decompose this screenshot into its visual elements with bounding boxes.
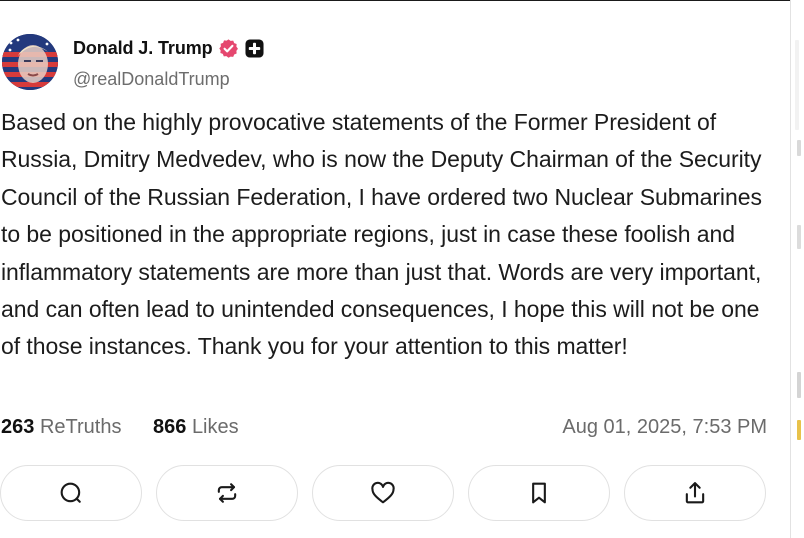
rail-marker	[795, 40, 799, 130]
retruths-label: ReTruths	[39, 416, 122, 438]
top-divider	[0, 0, 790, 1]
reply-button[interactable]	[0, 465, 142, 521]
post-body-text: Based on the highly provocative statemen…	[1, 109, 762, 360]
likes-stat[interactable]: 866 Likes	[153, 416, 239, 439]
heart-icon	[371, 481, 395, 504]
action-bar	[0, 465, 780, 523]
share-icon	[685, 482, 705, 504]
likes-label: Likes	[191, 416, 239, 438]
bookmark-button[interactable]	[468, 465, 610, 521]
bookmark-icon	[532, 482, 546, 504]
avatar[interactable]	[2, 34, 58, 90]
rail-marker	[797, 225, 801, 249]
author-display-name[interactable]: Donald J. Trump	[73, 38, 213, 59]
rail-marker	[797, 420, 801, 440]
post-page: Donald J. Trump @realDonaldTrump Based o…	[0, 0, 804, 538]
post-timestamp[interactable]: Aug 01, 2025, 7:53 PM	[562, 416, 767, 439]
post-header: Donald J. Trump @realDonaldTrump	[0, 34, 780, 94]
scrollbar-rail[interactable]	[790, 0, 804, 538]
plus-badge-icon	[244, 39, 264, 58]
like-button[interactable]	[312, 465, 454, 521]
retruths-stat[interactable]: 263 ReTruths	[1, 416, 121, 439]
avatar-image	[2, 34, 58, 90]
rail-marker	[797, 372, 801, 398]
repost-icon	[217, 483, 237, 503]
retruth-button[interactable]	[156, 465, 298, 521]
comment-icon	[60, 482, 81, 503]
author-handle[interactable]: @realDonaldTrump	[73, 69, 230, 90]
retruths-count: 263	[1, 416, 35, 438]
share-button[interactable]	[624, 465, 766, 521]
author-name-line: Donald J. Trump	[73, 38, 264, 59]
rail-marker	[797, 140, 801, 156]
likes-count: 866	[153, 416, 187, 438]
post-stats: 263 ReTruths 866 Likes Aug 01, 2025, 7:5…	[1, 416, 767, 444]
verified-icon	[218, 38, 239, 59]
